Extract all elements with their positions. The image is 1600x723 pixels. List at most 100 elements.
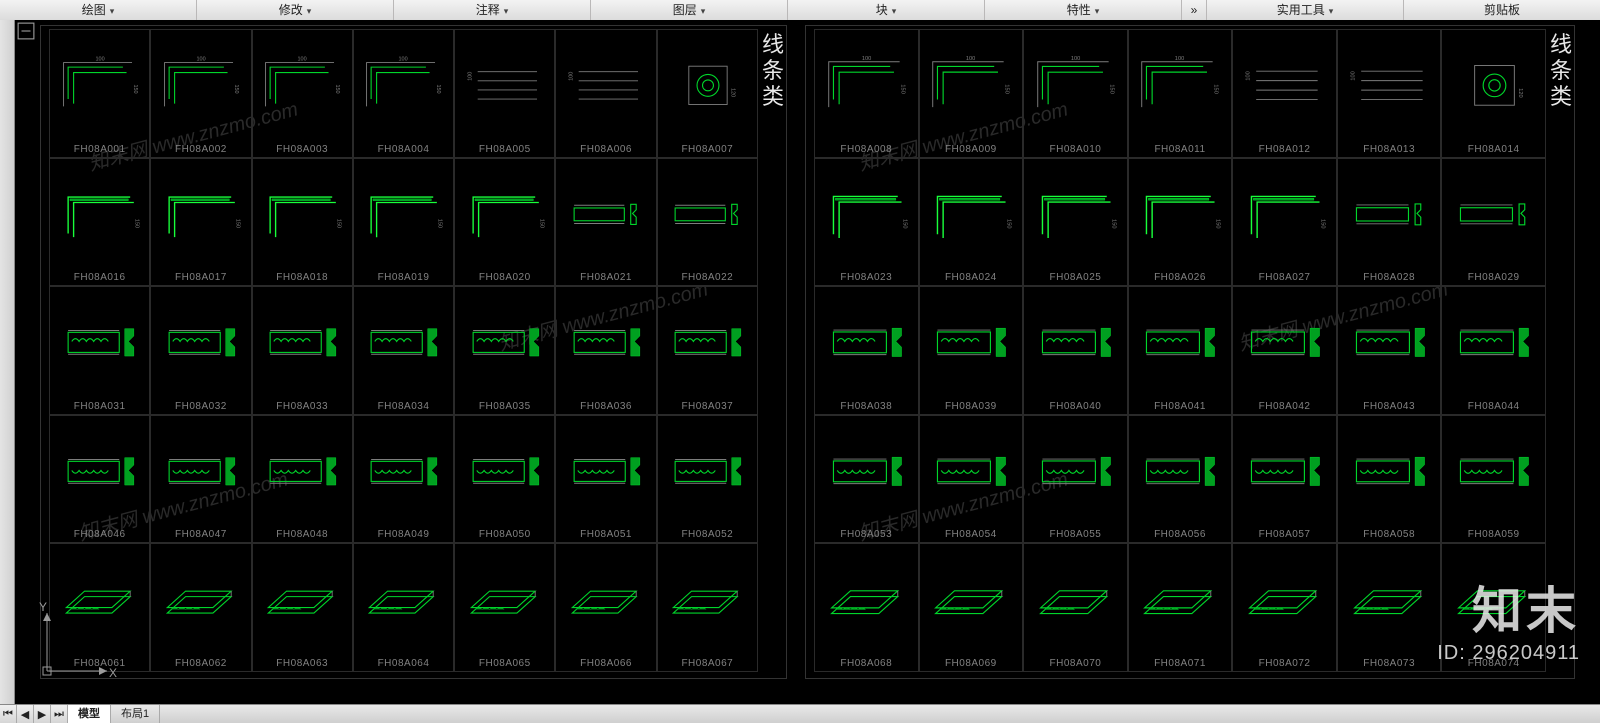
block-cell[interactable]: FH08A021 [555, 158, 656, 287]
block-cell[interactable]: 100 150FH08A003 [252, 29, 353, 158]
block-cell[interactable]: 100 150FH08A002 [150, 29, 251, 158]
block-cell[interactable]: 150FH08A025 [1023, 158, 1128, 287]
block-cell[interactable]: FH08A058 [1337, 415, 1442, 544]
menu-clipboard[interactable]: 剪贴板 [1404, 0, 1600, 20]
menu-modify[interactable]: 修改▾ [197, 0, 394, 20]
block-cell[interactable]: FH08A062 [150, 543, 251, 672]
block-cell[interactable]: FH08A054 [919, 415, 1024, 544]
block-code-label: FH08A044 [1442, 401, 1545, 412]
block-cell[interactable]: FH08A033 [252, 286, 353, 415]
block-cell[interactable]: FH08A044 [1441, 286, 1546, 415]
menu-overflow[interactable]: » [1182, 0, 1207, 20]
block-cell[interactable]: FH08A041 [1128, 286, 1233, 415]
block-cell[interactable]: FH08A051 [555, 415, 656, 544]
menu-label: 特性 [1067, 3, 1091, 17]
block-cell[interactable]: FH08A056 [1128, 415, 1233, 544]
block-code-label: FH08A057 [1233, 529, 1336, 540]
block-cell[interactable]: FH08A043 [1337, 286, 1442, 415]
block-cell[interactable]: 100 150FH08A008 [814, 29, 919, 158]
block-cell[interactable]: 150FH08A016 [49, 158, 150, 287]
tab-model[interactable]: 模型 [68, 705, 111, 723]
model-viewport[interactable]: 知末网 www.znzmo.com 知末网 www.znzmo.com 知末网 … [15, 20, 1600, 705]
block-cell[interactable]: 150FH08A024 [919, 158, 1024, 287]
block-cell[interactable]: FH08A059 [1441, 415, 1546, 544]
block-code-label: FH08A026 [1129, 272, 1232, 283]
block-cell[interactable]: 100 150FH08A011 [1128, 29, 1233, 158]
block-cell[interactable]: 150FH08A019 [353, 158, 454, 287]
svg-text:120: 120 [730, 88, 736, 97]
block-cell[interactable]: FH08A032 [150, 286, 251, 415]
block-cell[interactable]: FH08A040 [1023, 286, 1128, 415]
block-cell[interactable]: FH08A065 [454, 543, 555, 672]
menu-annotate[interactable]: 注释▾ [394, 0, 591, 20]
block-cell[interactable]: 150FH08A023 [814, 158, 919, 287]
menu-draw[interactable]: 绘图▾ [0, 0, 197, 20]
block-cell[interactable]: 100FH08A005 [454, 29, 555, 158]
menu-label: 剪贴板 [1484, 3, 1520, 17]
block-thumbnail [924, 293, 1019, 392]
block-cell[interactable]: FH08A049 [353, 415, 454, 544]
block-cell[interactable]: 100 150FH08A001 [49, 29, 150, 158]
block-cell[interactable]: FH08A061 [49, 543, 150, 672]
tabscroll-first-button[interactable]: ⏮ [0, 705, 17, 723]
block-cell[interactable]: FH08A022 [657, 158, 758, 287]
block-cell[interactable]: 100 150FH08A010 [1023, 29, 1128, 158]
block-cell[interactable]: FH08A055 [1023, 415, 1128, 544]
block-cell[interactable]: 150FH08A020 [454, 158, 555, 287]
block-cell[interactable]: FH08A063 [252, 543, 353, 672]
block-cell[interactable]: FH08A048 [252, 415, 353, 544]
block-cell[interactable]: 120FH08A014 [1441, 29, 1546, 158]
block-cell[interactable]: FH08A050 [454, 415, 555, 544]
cad-canvas[interactable]: 线条类 100 150FH08A001 100 150FH08A002 [15, 20, 1600, 705]
block-code-label: FH08A064 [354, 658, 453, 669]
block-cell[interactable]: 100 150FH08A004 [353, 29, 454, 158]
block-cell[interactable]: FH08A028 [1337, 158, 1442, 287]
block-cell[interactable]: FH08A031 [49, 286, 150, 415]
block-cell[interactable]: FH08A035 [454, 286, 555, 415]
block-cell[interactable]: 150FH08A018 [252, 158, 353, 287]
block-cell[interactable]: FH08A046 [49, 415, 150, 544]
block-cell[interactable]: FH08A039 [919, 286, 1024, 415]
block-cell[interactable]: 150FH08A027 [1232, 158, 1337, 287]
block-thumbnail [560, 422, 651, 521]
block-cell[interactable]: 100FH08A006 [555, 29, 656, 158]
block-thumbnail [54, 550, 145, 649]
block-cell[interactable]: FH08A057 [1232, 415, 1337, 544]
tabscroll-next-button[interactable]: ▶ [34, 705, 51, 723]
block-cell[interactable]: FH08A069 [919, 543, 1024, 672]
block-cell[interactable]: 100FH08A013 [1337, 29, 1442, 158]
block-cell[interactable]: FH08A064 [353, 543, 454, 672]
block-cell[interactable]: FH08A034 [353, 286, 454, 415]
block-cell[interactable]: FH08A053 [814, 415, 919, 544]
block-cell[interactable]: 100 150FH08A009 [919, 29, 1024, 158]
menu-block[interactable]: 块▾ [788, 0, 985, 20]
block-cell[interactable]: FH08A074 [1441, 543, 1546, 672]
block-cell[interactable]: 120FH08A007 [657, 29, 758, 158]
block-cell[interactable]: FH08A042 [1232, 286, 1337, 415]
block-cell[interactable]: 150FH08A017 [150, 158, 251, 287]
block-cell[interactable]: FH08A070 [1023, 543, 1128, 672]
block-thumbnail [1237, 550, 1332, 649]
block-cell[interactable]: FH08A052 [657, 415, 758, 544]
block-cell[interactable]: FH08A068 [814, 543, 919, 672]
block-thumbnail [155, 293, 246, 392]
block-cell[interactable]: FH08A066 [555, 543, 656, 672]
block-cell[interactable]: 150FH08A026 [1128, 158, 1233, 287]
block-cell[interactable]: 100FH08A012 [1232, 29, 1337, 158]
block-cell[interactable]: FH08A047 [150, 415, 251, 544]
tabscroll-last-button[interactable]: ⏭ [51, 705, 68, 723]
block-cell[interactable]: FH08A036 [555, 286, 656, 415]
tab-layout1[interactable]: 布局1 [111, 705, 160, 723]
block-cell[interactable]: FH08A029 [1441, 158, 1546, 287]
block-cell[interactable]: FH08A037 [657, 286, 758, 415]
menu-props[interactable]: 特性▾ [985, 0, 1182, 20]
menu-layers[interactable]: 图层▾ [591, 0, 788, 20]
block-cell[interactable]: FH08A072 [1232, 543, 1337, 672]
menu-utilities[interactable]: 实用工具▾ [1207, 0, 1404, 20]
tabscroll-prev-button[interactable]: ◀ [17, 705, 34, 723]
block-cell[interactable]: FH08A067 [657, 543, 758, 672]
block-code-label: FH08A016 [50, 272, 149, 283]
block-cell[interactable]: FH08A071 [1128, 543, 1233, 672]
block-cell[interactable]: FH08A038 [814, 286, 919, 415]
block-cell[interactable]: FH08A073 [1337, 543, 1442, 672]
